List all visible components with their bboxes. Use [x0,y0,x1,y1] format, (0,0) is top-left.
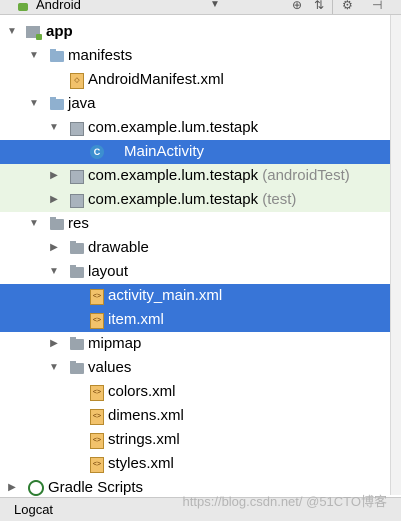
project-toolbar: Android ▼ ⊕ ⇅ ⚙ ⊣ [0,0,401,15]
tree-node-suffix: (test) [262,191,297,208]
tree-node-label: res [68,215,89,232]
values-file-icon: <> [90,385,104,401]
tree-node-label: values [88,359,132,376]
folder-icon [70,337,84,350]
values-file-icon: <> [90,433,104,449]
folder-icon [70,241,84,254]
package-icon [70,194,84,208]
class-icon: C [90,145,104,159]
watermark: https://blog.csdn.net/ @51CTO博客 [182,494,387,509]
expand-arrow-icon[interactable]: ▼ [6,20,18,44]
manifest-icon: ◇ [70,73,84,89]
expand-arrow-icon[interactable]: ▼ [28,212,40,236]
tree-node-mipmap[interactable]: ▶ mipmap [0,332,390,356]
tree-node-label: layout [88,263,129,280]
tree-node-layout[interactable]: ▼ layout [0,260,390,284]
tree-node-label: activity_main.xml [108,287,223,304]
package-icon [70,122,84,136]
tree-node-label: AndroidManifest.xml [88,71,224,88]
layout-file-icon: <> [90,289,104,305]
tree-node-label: strings.xml [108,431,180,448]
tree-node-dimens-xml[interactable]: <> dimens.xml [0,404,390,428]
tree-node-mainactivity[interactable]: C MainActivity [0,140,390,164]
tree-node-values[interactable]: ▼ values [0,356,390,380]
tree-node-label: com.example.lum.testapk [88,119,259,136]
folder-icon [70,361,84,374]
collapse-icon[interactable]: ⇅ [314,0,324,11]
expand-arrow-icon[interactable]: ▼ [28,44,40,68]
tree-node-label: app [46,23,73,40]
tree-node-activity-main[interactable]: <> activity_main.xml [0,284,390,308]
expand-arrow-icon[interactable]: ▼ [48,260,60,284]
package-icon [70,170,84,184]
layout-file-icon: <> [90,313,104,329]
tree-node-label: colors.xml [108,383,176,400]
folder-icon [50,97,64,110]
tree-node-drawable[interactable]: ▶ drawable [0,236,390,260]
expand-arrow-icon[interactable]: ▼ [28,92,40,116]
tree-node-label: styles.xml [108,455,174,472]
expand-arrow-icon[interactable]: ▼ [48,116,60,140]
tree-node-res[interactable]: ▼ res [0,212,390,236]
tree-node-item-xml[interactable]: <> item.xml [0,308,390,332]
android-icon [16,0,30,14]
tree-node-suffix: (androidTest) [262,167,350,184]
tree-node-label: drawable [88,239,149,256]
folder-icon [70,265,84,278]
expand-arrow-icon[interactable]: ▼ [48,356,60,380]
logcat-tab[interactable]: Logcat [14,502,53,517]
expand-arrow-icon[interactable]: ▶ [48,188,60,212]
tree-node-package-androidtest[interactable]: ▶ com.example.lum.testapk (androidTest) [0,164,390,188]
gradle-icon [28,480,44,496]
tree-node-label: com.example.lum.testapk (androidTest) [88,167,350,184]
tree-node-package-test[interactable]: ▶ com.example.lum.testapk (test) [0,188,390,212]
tree-node-package-main[interactable]: ▼ com.example.lum.testapk [0,116,390,140]
tree-node-styles-xml[interactable]: <> styles.xml [0,452,390,476]
expand-arrow-icon[interactable]: ▶ [48,164,60,188]
tree-node-manifests[interactable]: ▼ manifests [0,44,390,68]
gear-icon[interactable]: ⚙ [342,0,353,11]
tree-node-label: dimens.xml [108,407,184,424]
toolbar-divider [332,0,333,14]
tree-node-java[interactable]: ▼ java [0,92,390,116]
tree-node-colors-xml[interactable]: <> colors.xml [0,380,390,404]
tree-node-app[interactable]: ▼ app [0,20,390,44]
tree-node-label: mipmap [88,335,142,352]
module-icon [26,26,42,40]
tree-node-label: manifests [68,47,133,64]
tree-node-label: MainActivity [124,143,205,160]
folder-icon [50,49,64,62]
expand-arrow-icon[interactable]: ▶ [48,236,60,260]
tree-node-androidmanifest[interactable]: ◇ AndroidManifest.xml [0,68,390,92]
globe-icon[interactable]: ⊕ [292,0,302,11]
tree-node-strings-xml[interactable]: <> strings.xml [0,428,390,452]
project-view-selector[interactable]: Android [36,0,81,11]
vertical-scrollbar[interactable] [390,15,401,495]
values-file-icon: <> [90,409,104,425]
expand-arrow-icon[interactable]: ▶ [48,332,60,356]
tree-node-label: item.xml [108,311,164,328]
project-tree: ▼ app ▼ manifests ◇ AndroidManifest.xml … [0,20,390,500]
chevron-down-icon[interactable]: ▼ [210,0,220,11]
tree-node-label: java [68,95,96,112]
values-file-icon: <> [90,457,104,473]
tree-node-label: com.example.lum.testapk (test) [88,191,297,208]
folder-icon [50,217,64,230]
hide-icon[interactable]: ⊣ [372,0,382,11]
